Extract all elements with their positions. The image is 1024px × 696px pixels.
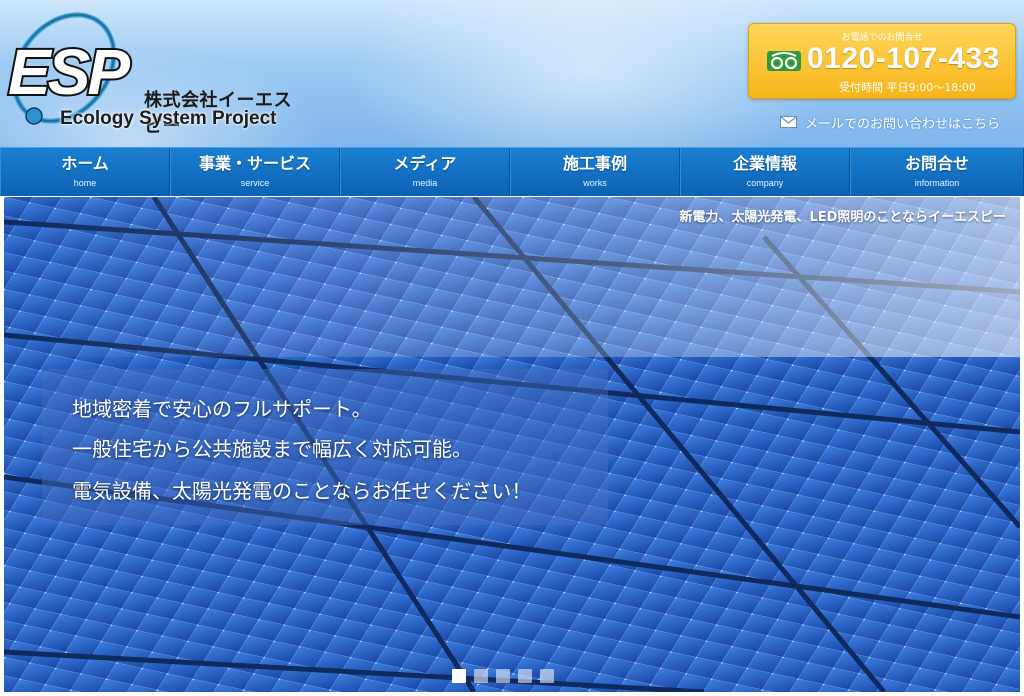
nav-item-information[interactable]: お問合せ information — [850, 148, 1024, 196]
hero-caption-line: 電気設備、太陽光発電のことならお任せください！ — [72, 479, 532, 503]
nav-item-works[interactable]: 施工事例 works — [510, 148, 680, 196]
nav-item-label: 事業・サービス — [198, 154, 311, 173]
slider-pagination — [452, 669, 554, 683]
nav-item-media[interactable]: メディア media — [340, 148, 510, 196]
slider-dot-4[interactable] — [518, 669, 532, 683]
slider-dot-5[interactable] — [540, 669, 554, 683]
nav-item-sublabel: information — [914, 178, 960, 188]
global-nav: ホーム home 事業・サービス service メディア media 施工事例… — [0, 147, 1024, 196]
nav-item-label: メディア — [393, 154, 457, 173]
mail-contact-link[interactable]: メールでのお問い合わせはこちら — [780, 112, 1000, 132]
nav-item-sublabel: company — [746, 178, 784, 188]
nav-item-label: お問合せ — [904, 154, 969, 173]
nav-item-service[interactable]: 事業・サービス service — [170, 148, 340, 196]
phone-contact-box[interactable]: お電話でのお問合せ 0120-107-433 受付時間 平日9:00～18:00 — [748, 23, 1016, 99]
free-dial-icon — [767, 51, 801, 71]
nav-item-sublabel: media — [412, 178, 438, 188]
phone-hours: 受付時間 平日9:00～18:00 — [839, 81, 976, 94]
site-header: ESP 株式会社イーエスピー Ecology System Project お電… — [0, 0, 1024, 147]
hero-slider[interactable]: 新電力、太陽光発電、LED照明のことならイーエスピー 地域密着で安心のフルサポー… — [4, 197, 1020, 692]
nav-item-company[interactable]: 企業情報 company — [680, 148, 850, 196]
nav-item-label: 企業情報 — [732, 154, 797, 173]
site-logo[interactable]: ESP 株式会社イーエスピー Ecology System Project — [4, 8, 294, 140]
nav-item-home[interactable]: ホーム home — [0, 148, 170, 196]
nav-item-label: 施工事例 — [562, 154, 627, 173]
slider-dot-1[interactable] — [452, 669, 466, 683]
nav-item-label: ホーム — [61, 154, 109, 173]
hero-caption-line: 地域密着で安心のフルサポート。 — [72, 397, 372, 421]
nav-item-sublabel: home — [73, 178, 97, 188]
nav-item-sublabel: service — [240, 178, 270, 188]
hero-tagline: 新電力、太陽光発電、LED照明のことならイーエスピー — [679, 210, 1006, 225]
logo-letters: ESP — [8, 36, 130, 108]
nav-item-sublabel: works — [583, 178, 607, 188]
slider-dot-2[interactable] — [474, 669, 488, 683]
mail-contact-label: メールでのお問い合わせはこちら — [805, 116, 1001, 132]
mail-icon — [780, 116, 797, 128]
slider-dot-3[interactable] — [496, 669, 510, 683]
phone-number: 0120-107-433 — [807, 42, 1000, 75]
hero-caption-line: 一般住宅から公共施設まで幅広く対応可能。 — [72, 437, 472, 461]
logo-tagline: Ecology System Project — [60, 108, 277, 129]
